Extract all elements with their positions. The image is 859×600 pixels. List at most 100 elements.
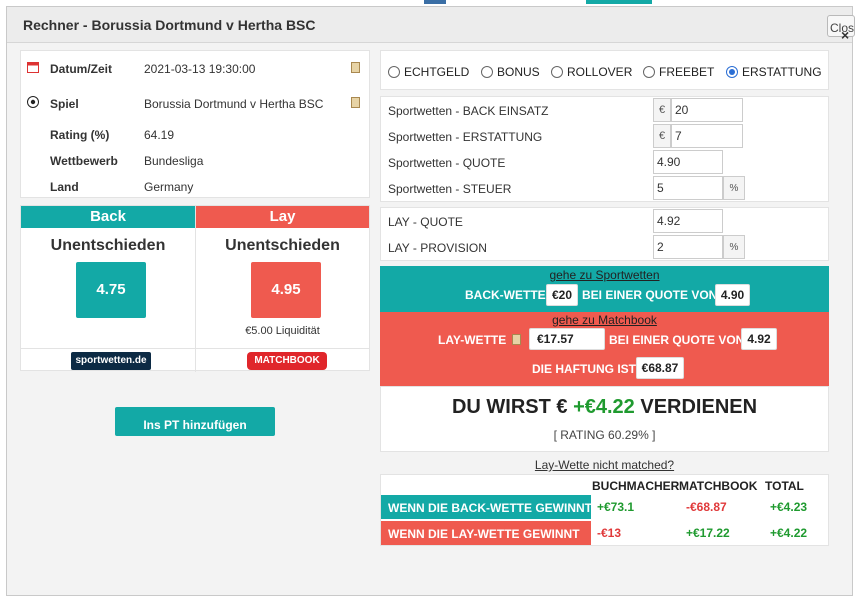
back-stake-input[interactable] [671,98,743,122]
field-row-back-odds: Sportwetten - QUOTE [381,149,828,175]
refund-input[interactable] [671,124,743,148]
modal-header: Rechner - Borussia Dortmund v Hertha BSC… [7,7,855,43]
back-odds-value: 4.90 [715,284,750,306]
clipboard-icon[interactable] [351,97,360,108]
info-row-match: Spiel Borussia Dortmund v Hertha BSC [21,94,369,114]
liability-label: DIE HAFTUNG IST [532,362,636,376]
field-label: Sportwetten - BACK EINSATZ [388,104,549,118]
info-value: Germany [144,180,194,194]
back-odds-label: BEI EINER QUOTE VON [582,288,718,302]
column-header: BUCHMACHER [592,479,680,493]
field-row-lay-odds: LAY - QUOTE [381,208,828,234]
percent-addon: % [723,176,745,200]
profit-amount: +€4.22 [573,396,635,418]
close-icon[interactable]: × [841,27,849,43]
goto-matchbook-link[interactable]: gehe zu Matchbook [380,313,829,327]
background-tab-active [586,0,652,4]
radio-circle[interactable] [481,66,493,78]
field-row-back-stake: Sportwetten - BACK EINSATZ € [381,97,828,123]
column-header: MATCHBOOK [679,479,758,493]
info-label: Land [50,180,79,194]
euro-addon: € [653,98,671,122]
back-lay-panel: Back Unentschieden 4.75 sportwetten.de L… [20,205,370,372]
clipboard-icon[interactable] [351,62,360,73]
column-header: TOTAL [765,479,804,493]
radio-circle[interactable] [551,66,563,78]
field-row-commission: LAY - PROVISION % [381,234,828,260]
back-header: Back [21,206,195,228]
table-cell: +€73.1 [597,500,635,514]
goto-sportwetten-link[interactable]: gehe zu Sportwetten [380,268,829,282]
info-label: Spiel [50,97,79,111]
sportwetten-logo[interactable]: sportwetten.de [71,352,151,370]
info-row-datetime: Datum/Zeit 2021-03-13 19:30:00 [21,59,369,79]
lay-column: Lay Unentschieden 4.95 €5.00 Liquidität … [195,206,369,372]
table-cell: -€13 [597,526,622,540]
back-footer: sportwetten.de [21,348,195,372]
info-value: 64.19 [144,128,175,142]
tax-input[interactable] [653,176,723,200]
lay-odds[interactable]: 4.95 [251,262,321,318]
lay-odds-input[interactable] [653,209,723,233]
lay-liquidity: €5.00 Liquidität [245,325,320,337]
field-label: Sportwetten - QUOTE [388,156,506,170]
background-tab [424,0,446,4]
back-selection: Unentschieden [50,237,166,254]
lay-bet-label: LAY-WETTE [438,333,507,347]
radio-circle[interactable] [643,66,655,78]
field-label: LAY - QUOTE [388,215,463,229]
back-column: Back Unentschieden 4.75 sportwetten.de [21,206,195,372]
lay-header: Lay [196,206,369,228]
radio-label: ERSTATTUNG [742,65,822,79]
calendar-icon [27,62,39,73]
back-odds[interactable]: 4.75 [76,262,146,318]
modal-title: Rechner - Borussia Dortmund v Hertha BSC [23,17,316,33]
clipboard-icon[interactable] [512,334,521,345]
table-cell: +€4.23 [770,500,808,514]
back-stake-value: €20 [546,284,578,306]
field-label: Sportwetten - ERSTATTUNG [388,130,543,144]
field-label: LAY - PROVISION [388,241,487,255]
add-to-pt-button[interactable]: Ins PT hinzufügen [115,407,275,436]
info-row-rating: Rating (%) 64.19 [21,125,369,145]
radio-circle[interactable] [388,66,400,78]
table-cell: -€68.87 [686,500,727,514]
profit-prefix: DU WIRST € [451,396,568,418]
lay-odds-label: BEI EINER QUOTE VON [609,333,745,347]
matchbook-logo[interactable]: MATCHBOOK [247,352,327,370]
lay-fields-panel: LAY - QUOTE LAY - PROVISION % [380,207,829,261]
field-label: Sportwetten - STEUER [388,182,512,196]
table-cell: +€17.22 [686,526,730,540]
lay-footer: MATCHBOOK [196,348,369,372]
euro-addon: € [653,124,671,148]
radio-circle-selected[interactable] [726,66,738,78]
rating-text: [ RATING 60.29% ] [553,428,656,442]
soccer-ball-icon [27,96,39,108]
back-bet-label: BACK-WETTE [465,288,546,302]
radio-label: ECHTGELD [404,65,470,79]
info-value: 2021-03-13 19:30:00 [144,62,256,76]
profit-suffix: VERDIENEN [640,396,758,418]
info-row-competition: Wettbewerb Bundesliga [21,151,369,171]
info-label: Wettbewerb [50,154,118,168]
liability-value: €68.87 [636,357,684,379]
back-odds-input[interactable] [653,150,723,174]
table-cell: +€4.22 [770,526,808,540]
lay-not-matched-link[interactable]: Lay-Wette nicht matched? [380,458,829,472]
percent-addon: % [723,235,745,259]
info-value: Bundesliga [144,154,204,168]
event-info-panel: Datum/Zeit 2021-03-13 19:30:00 Spiel Bor… [20,50,370,198]
back-instruction: gehe zu Sportwetten BACK-WETTE €20 BEI E… [380,266,829,312]
profit-result-panel: DU WIRST € +€4.22 VERDIENEN [ RATING 60.… [380,386,829,452]
info-row-country: Land Germany [21,177,369,197]
row-label-back-wins: WENN DIE BACK-WETTE GEWINNT [381,495,592,519]
lay-stake-value[interactable]: €17.57 [529,328,605,350]
info-label: Rating (%) [50,128,110,142]
lay-selection: Unentschieden [225,237,340,254]
field-row-tax: Sportwetten - STEUER % [381,175,828,201]
info-value: Borussia Dortmund v Hertha BSC [144,97,324,111]
info-label: Datum/Zeit [50,62,113,76]
lay-instruction: gehe zu Matchbook LAY-WETTE €17.57 BEI E… [380,312,829,386]
commission-input[interactable] [653,235,723,259]
field-row-refund: Sportwetten - ERSTATTUNG € [381,123,828,149]
